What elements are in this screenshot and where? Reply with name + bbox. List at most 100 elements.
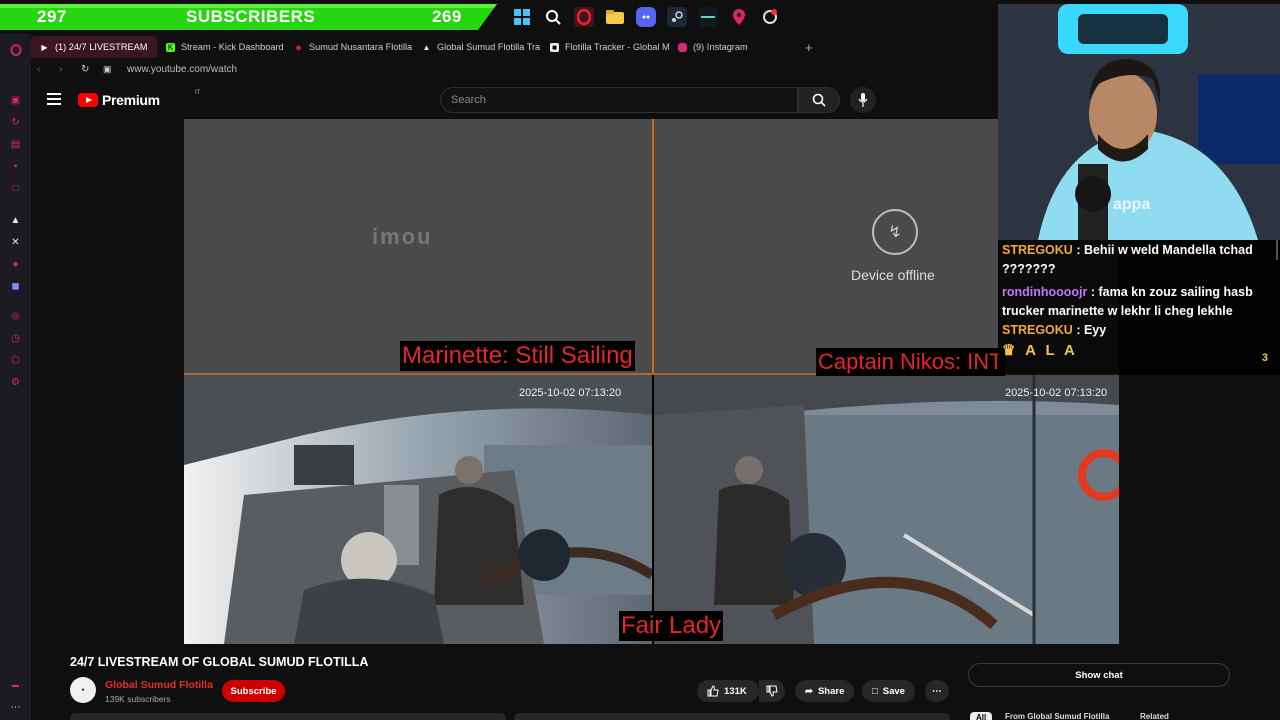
new-tab-button[interactable]: +	[805, 40, 813, 55]
youtube-play-icon	[78, 93, 98, 107]
tab-label: (1) 24/7 LIVESTREAM	[55, 42, 148, 52]
menu-icon[interactable]	[47, 93, 61, 105]
chat-message: rondinhoooojr : fama kn zouz sailing has…	[1002, 283, 1276, 321]
clock-icon[interactable]: ◷	[9, 331, 23, 345]
tab-tracker[interactable]: ■ Flotilla Tracker - Global M	[541, 36, 669, 58]
triangle-icon: ▲	[422, 42, 431, 52]
logo-word: Premium	[102, 92, 160, 108]
youtube-icon[interactable]: ●	[9, 257, 23, 271]
reload-icon[interactable]: ↻	[81, 64, 97, 75]
bag-icon[interactable]: ▤	[9, 137, 23, 151]
more-icon: ⋯	[932, 685, 942, 697]
streamer-webcam: appa	[998, 4, 1280, 240]
chip-all[interactable]: All	[970, 712, 993, 720]
bookmark-icon: □	[872, 685, 878, 697]
x-icon[interactable]: ✕	[9, 235, 23, 249]
trophy-icon: ♛	[1002, 342, 1019, 359]
dislike-button[interactable]	[759, 680, 785, 702]
back-icon[interactable]: ‹	[37, 64, 53, 75]
share-label: Share	[817, 685, 845, 697]
tab-sumud[interactable]: ▲ Global Sumud Flotilla Tra	[413, 36, 541, 58]
boat-cockpit-scene	[654, 375, 1119, 644]
tab-nusantara[interactable]: ◆ Sumud Nusantara Flotilla	[285, 36, 413, 58]
search-button[interactable]	[798, 87, 840, 113]
url-field[interactable]: www.youtube.com/watch	[127, 64, 237, 75]
more-actions-button[interactable]: ⋯	[925, 680, 949, 702]
subscriber-count-left: 297	[37, 7, 67, 26]
tab-label: Flotilla Tracker - Global M	[565, 42, 669, 52]
save-button[interactable]: □ Save	[862, 680, 915, 702]
share-icon: ➦	[805, 685, 813, 697]
shield-icon[interactable]: ◼	[9, 279, 23, 293]
description-box[interactable]	[70, 713, 506, 720]
settings-icon[interactable]	[760, 7, 780, 27]
thumbs-up-icon	[707, 685, 719, 697]
subscribe-button[interactable]: Subscribe	[222, 680, 285, 702]
opera-menu-icon[interactable]	[9, 43, 23, 57]
camera-feed-nikos	[654, 375, 1119, 644]
tab-livestream[interactable]: ▶ (1) 24/7 LIVESTREAM	[31, 36, 157, 58]
show-chat-button[interactable]: Show chat	[968, 663, 1230, 687]
save-label: Save	[882, 685, 905, 697]
chip-from-channel[interactable]: From Global Sumud Flotilla	[1005, 712, 1109, 720]
lock-icon: ▣	[103, 63, 112, 74]
cube-icon[interactable]: ⬡	[9, 353, 23, 367]
messenger-icon[interactable]: ▪	[9, 159, 23, 173]
tab-label: Sumud Nusantara Flotilla	[309, 42, 413, 52]
search-icon[interactable]	[543, 7, 563, 27]
steam-icon[interactable]	[667, 7, 687, 27]
like-button[interactable]: 131K	[697, 680, 759, 702]
instagram-icon	[678, 42, 687, 52]
screen: 297 SUBSCRIBERS 269 ▣ ↻ ▤ ▪ □ ▲ ✕ ● ◼ ◎ …	[0, 0, 1280, 720]
gear-icon[interactable]: ⚙	[9, 375, 23, 389]
tab-switch-icon[interactable]: ▬	[9, 678, 23, 692]
chat-username: rondinhoooojr	[1002, 285, 1088, 299]
video-player[interactable]: imou ↯ Device offline Marinette: Still S…	[184, 119, 1119, 644]
more-icon[interactable]: ⋯	[9, 700, 23, 714]
tab-kick[interactable]: K Stream - Kick Dashboard	[157, 36, 285, 58]
youtube-logo[interactable]: Premium IT	[78, 90, 200, 108]
chat-message: STREGOKU : Behii w weld Mandella tchad ?…	[1002, 241, 1276, 279]
chat-highlight: ♛ A L A	[1002, 341, 1276, 359]
forward-icon[interactable]: ›	[59, 64, 75, 75]
chat-message: STREGOKU : Eyy	[1002, 321, 1276, 340]
search-input[interactable]: Search	[440, 87, 798, 113]
device-offline-text: Device offline	[851, 267, 935, 283]
folder-icon[interactable]	[605, 7, 625, 27]
kick-icon: K	[166, 42, 175, 52]
webcam-scene: appa	[998, 4, 1280, 240]
discord-icon[interactable]	[636, 7, 656, 27]
label-nikos: Captain Nikos: INT	[816, 348, 1005, 376]
history-icon[interactable]: ↻	[9, 115, 23, 129]
maps-pin-icon[interactable]	[729, 7, 749, 27]
voice-search-button[interactable]	[850, 87, 876, 113]
taskbar-icons	[512, 4, 780, 30]
chat-scrollbar[interactable]	[1276, 240, 1278, 260]
label-fair-lady: Fair Lady	[619, 611, 724, 641]
subscriber-label: SUBSCRIBERS	[186, 7, 316, 26]
share-button[interactable]: ➦ Share	[795, 680, 855, 702]
channel-name[interactable]: Global Sumud Flotilla	[105, 679, 213, 691]
subscriber-counter-bar: 297 SUBSCRIBERS 269	[0, 0, 500, 34]
youtube-header: Premium IT Search	[31, 82, 997, 118]
terminal-icon[interactable]	[698, 7, 718, 27]
comments-box[interactable]	[514, 713, 950, 720]
tracker-icon: ■	[550, 42, 559, 52]
camera-feed-marinette	[184, 375, 652, 644]
music-icon[interactable]: □	[9, 181, 23, 195]
like-count: 131K	[724, 685, 747, 697]
circle-icon[interactable]: ◎	[9, 309, 23, 323]
chip-related[interactable]: Related	[1140, 712, 1169, 720]
search-icon	[812, 93, 826, 107]
address-bar: ‹ › ↻ ▣ www.youtube.com/watch	[31, 58, 997, 80]
boat-cockpit-scene	[184, 375, 652, 644]
channel-avatar[interactable]: ●	[70, 677, 96, 703]
subscriber-count-right: 269	[432, 7, 462, 26]
windows-icon[interactable]	[512, 7, 532, 27]
opera-icon[interactable]	[574, 7, 594, 27]
aria-icon[interactable]: ▣	[9, 93, 23, 107]
tab-instagram[interactable]: (9) Instagram	[669, 36, 787, 58]
chat-count: 3	[1261, 352, 1268, 364]
kick-icon[interactable]: ▲	[9, 213, 23, 227]
chat-text: : Eyy	[1072, 323, 1107, 337]
